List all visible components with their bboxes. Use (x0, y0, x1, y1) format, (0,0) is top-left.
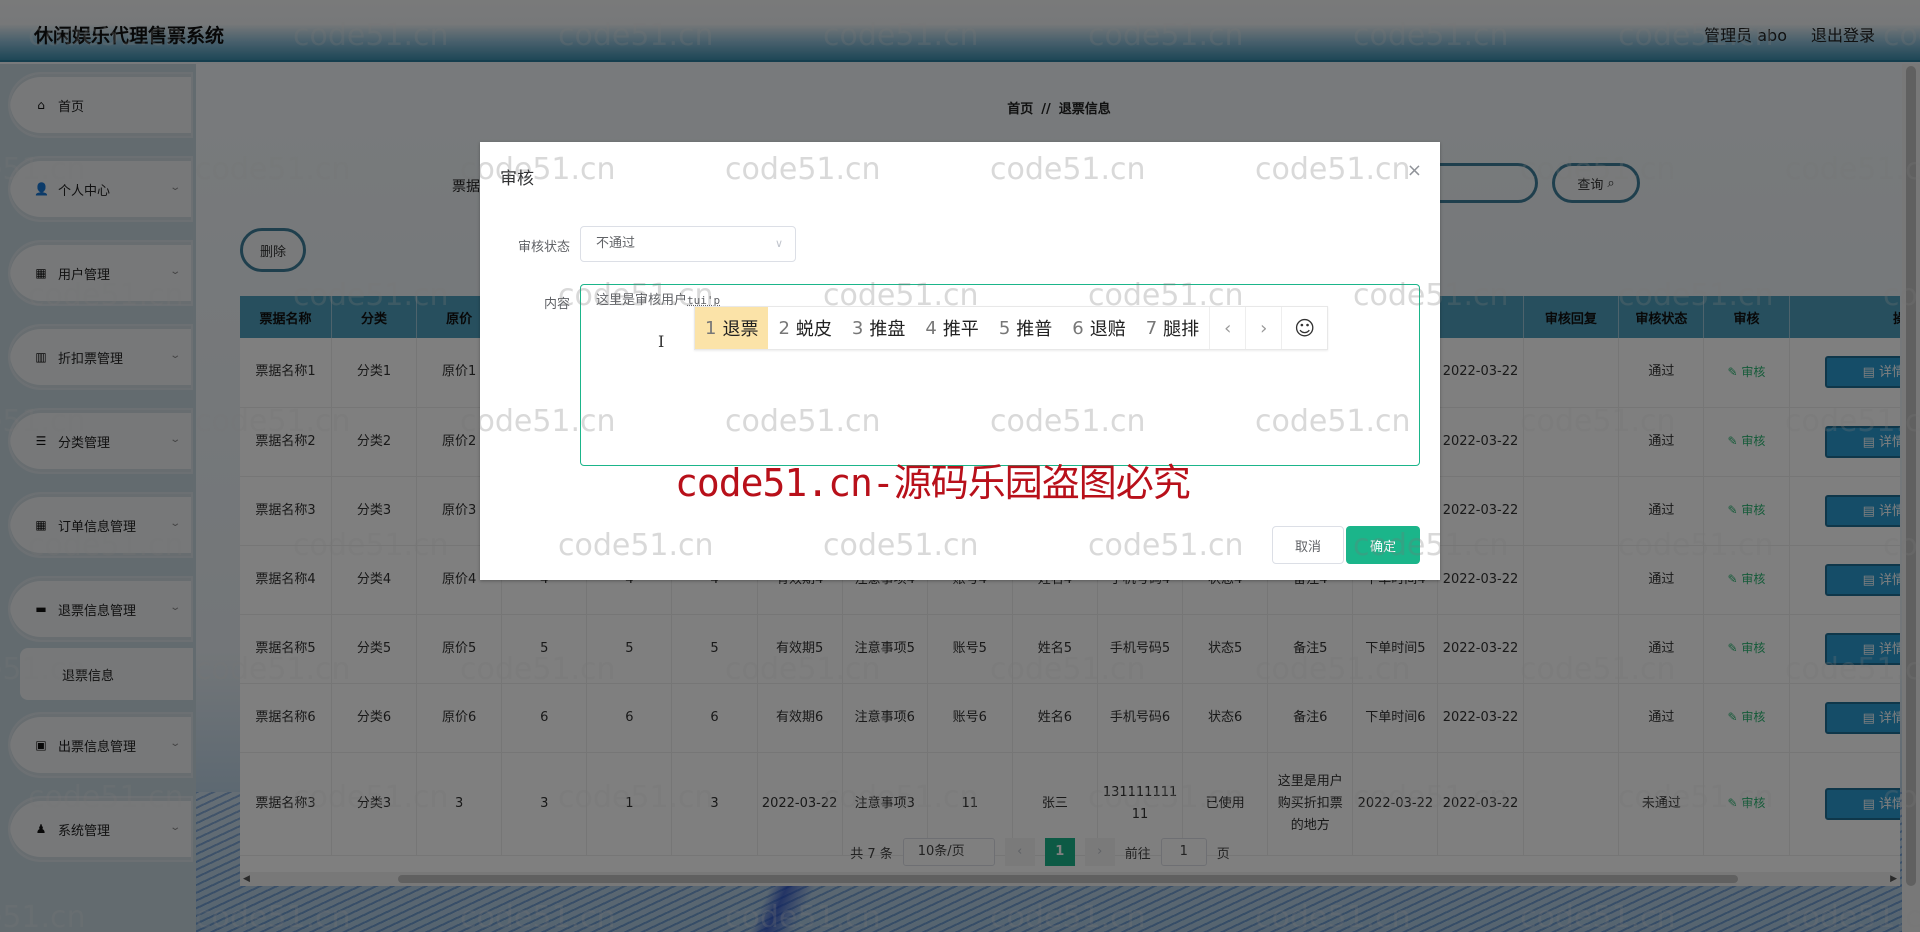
ime-candidate[interactable]: 6 退赔 (1062, 307, 1135, 349)
ime-candidate[interactable]: 3 推盘 (842, 307, 915, 349)
ime-candidate-number: 2 (778, 317, 790, 339)
chevron-down-icon: ∨ (774, 237, 783, 250)
ime-candidate-number: 3 (851, 317, 864, 339)
ime-candidate-number: 1 (705, 317, 717, 339)
content-label: 内容 (543, 297, 570, 312)
status-label: 审核状态 (517, 240, 570, 255)
ime-candidate-text: 腿排 (1163, 319, 1200, 340)
ime-candidate-text: 退赔 (1089, 319, 1126, 340)
ime-candidate-number: 6 (1072, 317, 1084, 339)
ime-candidate-number: 4 (925, 317, 937, 339)
text-cursor-icon: I (658, 332, 665, 351)
ime-candidate-text: 推盘 (869, 319, 906, 340)
status-select[interactable]: 不通过 ∨ (580, 226, 796, 262)
status-select-value: 不通过 (596, 236, 636, 251)
dialog-title: 审核 (500, 169, 534, 189)
watermark-banner: code51.cn-源码乐园盗图必究 (675, 461, 1191, 505)
cancel-button[interactable]: 取消 (1272, 526, 1344, 564)
ime-candidate[interactable]: 4 推平 (915, 307, 988, 349)
content-text: 这里是审核用户 (596, 293, 688, 308)
ime-candidate-text: 推平 (942, 319, 979, 340)
ime-candidate[interactable]: 1 退票 (695, 307, 769, 349)
audit-dialog: 审核 × 审核状态 不通过 ∨ 内容 这里是审核用户tui'p I 1 退票 2 蜕皮… (480, 142, 1440, 580)
ime-candidate-number: 5 (998, 317, 1011, 339)
emoji-icon[interactable]: ☺ (1281, 307, 1327, 349)
ime-candidate-bar: 1 退票 2 蜕皮 3 推盘 4 推平 5 推普 6 退赔 7 腿排 ‹ › ☺ (694, 306, 1329, 350)
ime-next-icon[interactable]: › (1245, 307, 1281, 349)
ime-candidate[interactable]: 2 蜕皮 (768, 307, 841, 349)
ime-prev-icon[interactable]: ‹ (1209, 307, 1245, 349)
ime-candidate[interactable]: 7 腿排 (1136, 307, 1209, 349)
ime-candidate-text: 退票 (722, 319, 759, 340)
ime-candidate-number: 7 (1145, 317, 1158, 339)
ime-candidate-text: 推普 (1016, 319, 1053, 340)
ime-candidate[interactable]: 5 推普 (989, 307, 1062, 349)
ime-candidate-text: 蜕皮 (795, 319, 832, 340)
confirm-button[interactable]: 确定 (1346, 526, 1420, 564)
close-icon[interactable]: × (1407, 160, 1422, 181)
